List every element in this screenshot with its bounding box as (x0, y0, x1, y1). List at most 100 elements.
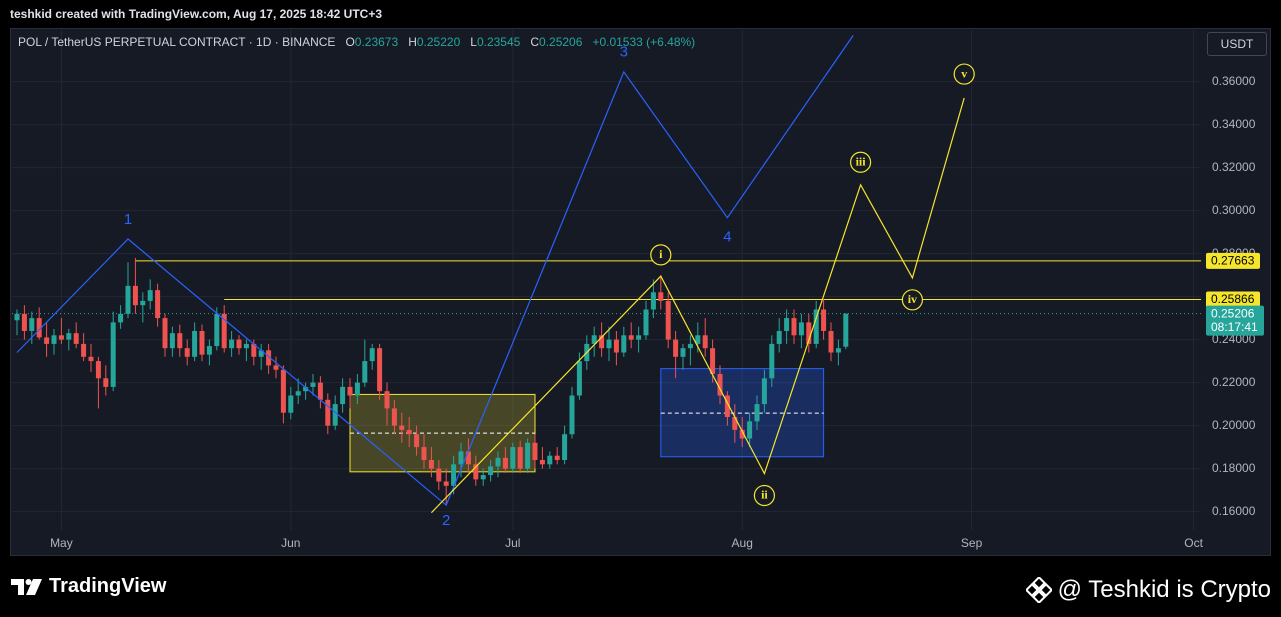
candle-body (95, 361, 101, 379)
candle-body (147, 290, 153, 301)
low-label: L (470, 35, 477, 49)
candle-body (14, 313, 20, 321)
candle-body (784, 318, 790, 331)
candle-body (177, 333, 183, 349)
candle-body (554, 455, 560, 460)
attribution-text: teshkid created with TradingView.com, Au… (10, 7, 383, 21)
x-axis-tick-label: Aug (732, 536, 753, 550)
candle-body (110, 322, 116, 387)
candle-body (665, 300, 671, 340)
candle-body (569, 395, 575, 435)
high-label: H (408, 35, 417, 49)
price-chart[interactable]: 1234iiiiiiivv0.160000.180000.200000.2200… (11, 29, 1270, 555)
candle-body (243, 343, 249, 349)
candle-body (66, 333, 72, 340)
candle-body (118, 313, 124, 323)
close-value: 0.25206 (539, 35, 583, 49)
candle-body (732, 417, 738, 430)
y-axis-tick-label: 0.18000 (1212, 461, 1256, 475)
candle-body (340, 386, 346, 405)
close-label: C (530, 35, 540, 49)
candle-body (658, 292, 664, 301)
candle-body (169, 333, 175, 349)
candle-body (229, 339, 235, 349)
candle-body (517, 447, 523, 469)
candle-body (406, 429, 412, 435)
y-axis-tick-label: 0.32000 (1212, 160, 1256, 174)
y-axis-tick-label: 0.30000 (1212, 203, 1256, 217)
candle-body (140, 300, 146, 306)
candle-body (835, 348, 841, 353)
candle-body (369, 348, 375, 362)
candle-body (377, 348, 383, 392)
candle-body (362, 361, 368, 383)
price-label-level: 0.25866 (1211, 292, 1255, 306)
tradingview-logo[interactable]: TradingView (11, 575, 166, 598)
candle-body (502, 457, 508, 469)
candle-body (317, 382, 323, 400)
candle-body (769, 343, 775, 379)
candle-body (88, 356, 94, 362)
candle-body (613, 339, 619, 353)
wave-label-blue: 2 (442, 512, 450, 529)
candle-body (162, 318, 168, 349)
candle-body (214, 313, 220, 347)
wave-label-yellow: iii (856, 154, 867, 168)
y-axis-tick-label: 0.22000 (1212, 375, 1256, 389)
open-value: 0.23673 (354, 35, 399, 49)
candle-body (636, 335, 642, 340)
wave-label-yellow: iv (908, 292, 917, 306)
candle-body (310, 382, 316, 387)
candle-body (155, 290, 161, 319)
candle-body (687, 343, 693, 349)
candle-body (525, 442, 531, 469)
wave-label-blue: 1 (124, 211, 132, 228)
symbol-legend: POL / TetherUS PERPETUAL CONTRACT · 1D ·… (18, 35, 695, 49)
candle-body (399, 425, 405, 430)
chart-panel[interactable]: 1 2 3 4 i ii iii iv v 0.16000 0.18000 0.20000 0.2200… (10, 28, 1271, 556)
x-axis-tick-label: Oct (1184, 536, 1203, 550)
candle-body (495, 457, 501, 467)
symbol-name: POL / TetherUS PERPETUAL CONTRACT · 1D ·… (18, 35, 336, 49)
candle-body (821, 309, 827, 331)
candle-body (754, 404, 760, 422)
x-axis-tick-label: Jun (281, 536, 300, 550)
candle-body (44, 337, 50, 344)
candle-body (436, 468, 442, 482)
y-axis-tick-label: 0.34000 (1212, 117, 1256, 131)
candle-body (776, 331, 782, 344)
x-axis-tick-label: May (50, 536, 73, 550)
top-bar: teshkid created with TradingView.com, Au… (0, 0, 1281, 28)
low-value: 0.23545 (476, 35, 521, 49)
open-label: O (345, 35, 355, 49)
candle-body (414, 434, 420, 448)
x-axis-tick-label: Sep (961, 536, 983, 550)
candle-body (199, 331, 205, 355)
candle-body (547, 455, 553, 465)
candle-body (562, 434, 568, 460)
tradingview-logo-text: TradingView (49, 575, 167, 597)
candle-body (791, 318, 797, 336)
candle-body (421, 447, 427, 460)
high-value: 0.25220 (416, 35, 461, 49)
candle-body (347, 386, 353, 396)
candle-body (643, 309, 649, 336)
candle-body (480, 475, 486, 480)
candle-body (132, 285, 138, 306)
candle-body (828, 331, 834, 353)
candle-body (273, 365, 279, 370)
price-countdown: 08:17:41 (1211, 320, 1258, 334)
price-label-current: 0.25206 (1211, 306, 1255, 320)
wave-label-blue: 4 (723, 228, 731, 245)
y-axis-tick-label: 0.20000 (1212, 418, 1256, 432)
candle-body (761, 378, 767, 405)
currency-button[interactable]: USDT (1207, 32, 1267, 56)
candle-body (391, 408, 397, 426)
candle-body (458, 451, 464, 465)
candle-body (680, 348, 686, 357)
candle-body (125, 285, 131, 314)
candle-body (428, 460, 434, 469)
candle-body (747, 421, 753, 439)
candle-body (236, 339, 242, 349)
candle-body (295, 391, 301, 396)
